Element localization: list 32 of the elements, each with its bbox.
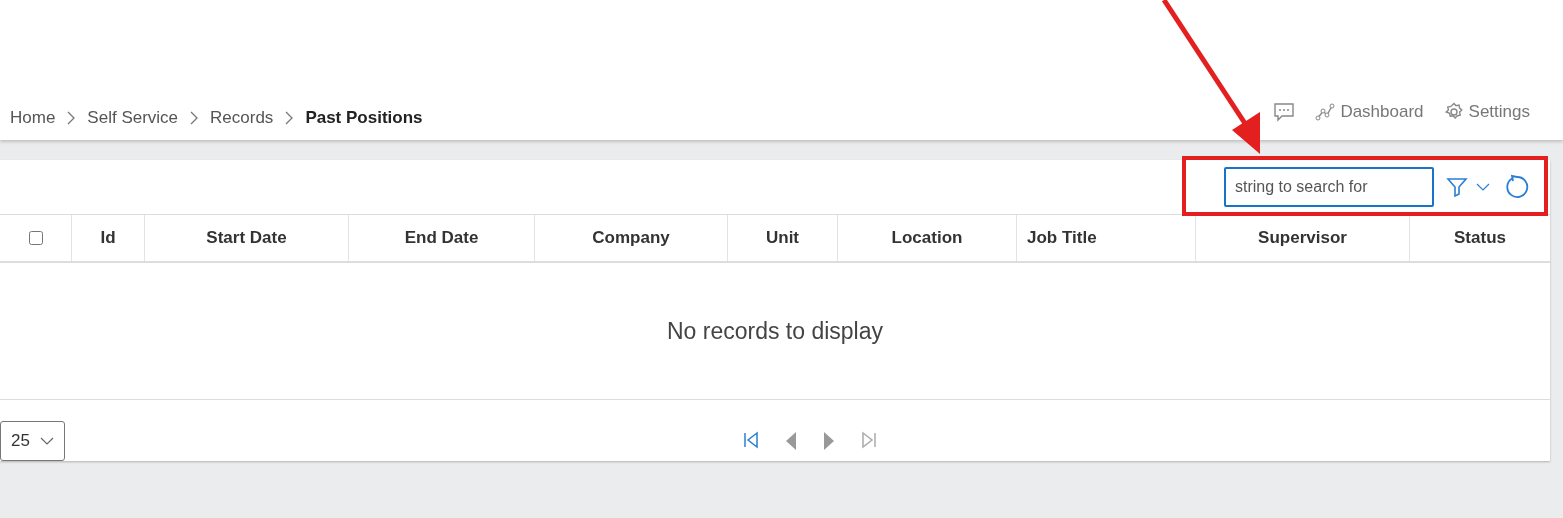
filter-icon	[1446, 177, 1468, 197]
breadcrumb-link[interactable]: Records	[210, 108, 274, 128]
column-header[interactable]: Company	[535, 215, 728, 261]
breadcrumb-link[interactable]: Past Positions	[305, 108, 423, 128]
line-chart-icon	[1315, 102, 1336, 122]
search-field[interactable]: string to search for	[1224, 167, 1434, 207]
column-header[interactable]: Supervisor	[1196, 215, 1410, 261]
chevron-down-icon	[39, 437, 54, 445]
breadcrumb-link[interactable]: Home	[10, 108, 56, 128]
page-size-dropdown[interactable]: 25	[0, 421, 65, 461]
column-header[interactable]: Status	[1410, 215, 1550, 261]
last-page-icon	[860, 430, 878, 449]
first-page-icon	[742, 430, 760, 449]
next-page-icon	[822, 430, 836, 451]
chevron-right-icon	[67, 111, 76, 125]
previous-page-icon	[784, 430, 798, 451]
empty-message: No records to display	[666, 317, 883, 345]
chevron-right-icon	[190, 111, 199, 125]
column-header[interactable]: Location	[838, 215, 1017, 261]
chevron-down-icon	[1476, 183, 1490, 191]
column-header[interactable]: End Date	[349, 215, 535, 261]
chevron-right-icon	[285, 111, 294, 125]
dashboard-link[interactable]: Dashboard	[1315, 102, 1424, 122]
breadcrumb-link[interactable]: Self Service	[87, 108, 179, 128]
column-header[interactable]: Id	[72, 215, 145, 261]
select-all-checkbox[interactable]	[28, 231, 43, 245]
column-header[interactable]: Start Date	[145, 215, 349, 261]
column-header[interactable]: Job Title	[1017, 215, 1196, 261]
column-header[interactable]: Unit	[728, 215, 838, 261]
settings-icon	[1443, 102, 1464, 122]
chat-icon[interactable]	[1273, 102, 1296, 122]
settings-link[interactable]: Settings	[1443, 102, 1530, 122]
